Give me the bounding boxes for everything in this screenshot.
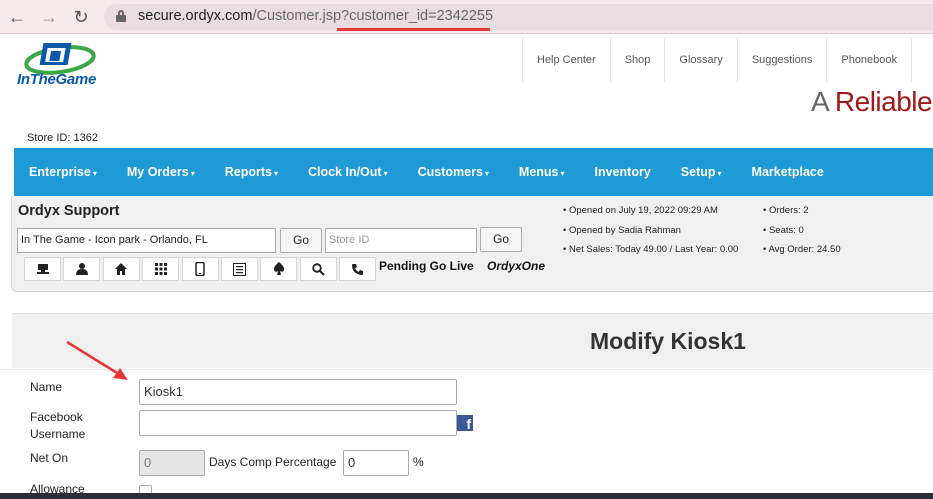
address-bar[interactable]: secure.ordyx.com/Customer.jsp?customer_i…	[104, 4, 933, 30]
go-button[interactable]: Go	[280, 228, 322, 253]
name-input[interactable]: Kiosk1	[139, 379, 457, 405]
nav-my-orders[interactable]: My Orders ▾	[127, 165, 195, 179]
tagline: A Reliable	[811, 86, 933, 117]
stats-right: • Orders: 2 • Seats: 0 • Avg Order: 24.5…	[763, 201, 841, 260]
support-title: Ordyx Support	[18, 203, 120, 219]
chevron-down-icon: ▾	[273, 169, 278, 178]
chevron-down-icon: ▾	[383, 169, 388, 178]
link-glossary[interactable]: Glossary	[664, 38, 736, 82]
chevron-down-icon: ▾	[484, 169, 489, 178]
comp-percentage-input[interactable]: 0	[343, 450, 409, 476]
link-suggestions[interactable]: Suggestions	[736, 38, 827, 82]
annotation-underline	[337, 28, 490, 31]
forward-icon[interactable]: →	[38, 6, 60, 28]
net-on-label: Net On	[30, 451, 69, 465]
stats-left: • Opened on July 19, 2022 09:29 AM • Ope…	[563, 201, 738, 260]
chevron-down-icon: ▾	[717, 169, 722, 178]
nav-menus[interactable]: Menus ▾	[519, 165, 565, 179]
net-on-input[interactable]: 0	[139, 450, 205, 476]
name-label: Name	[30, 380, 63, 394]
chevron-down-icon: ▾	[92, 169, 97, 178]
quick-icon-row	[24, 257, 379, 281]
facebook-username-input[interactable]	[139, 410, 457, 436]
list-icon[interactable]	[220, 257, 258, 281]
store-select[interactable]: In The Game - Icon park - Orlando, FL	[17, 228, 276, 253]
page-title: Modify Kiosk1	[590, 328, 746, 354]
stat-opened-by: • Opened by Sadia Rahman	[563, 224, 681, 236]
grid-icon[interactable]	[142, 257, 180, 281]
reload-icon[interactable]: ↻	[70, 6, 92, 28]
form-header: Modify Kiosk1	[12, 313, 933, 368]
taskbar	[0, 493, 933, 499]
nav-enterprise[interactable]: Enterprise ▾	[29, 165, 97, 179]
divider	[0, 369, 933, 370]
stat-seats: • Seats: 0	[763, 224, 804, 236]
stat-avg-order: • Avg Order: 24.50	[763, 244, 841, 255]
store-id-input[interactable]: Store ID	[325, 228, 477, 253]
back-icon[interactable]: ←	[6, 6, 28, 28]
pending-go-live-link[interactable]: Pending Go Live	[379, 259, 474, 273]
chevron-down-icon: ▾	[560, 169, 565, 178]
support-panel: Ordyx Support In The Game - Icon park - …	[11, 196, 933, 292]
lock-icon	[116, 10, 126, 22]
chevron-down-icon: ▾	[190, 169, 195, 178]
nav-customers[interactable]: Customers ▾	[418, 165, 489, 179]
nav-setup[interactable]: Setup ▾	[681, 165, 722, 179]
browser-toolbar: ← → ↻ secure.ordyx.com/Customer.jsp?cust…	[0, 0, 933, 34]
link-shop[interactable]: Shop	[609, 38, 665, 82]
home-icon[interactable]	[102, 257, 140, 281]
stat-net-sales: • Net Sales: Today 49.00 / Last Year: 0.…	[563, 244, 739, 255]
store-id-label: Store ID: 1362	[27, 132, 98, 144]
logo-text[interactable]: InTheGame	[17, 71, 96, 88]
nav-marketplace[interactable]: Marketplace	[752, 165, 824, 179]
register-icon[interactable]	[24, 257, 61, 281]
mobile-icon[interactable]	[181, 257, 219, 281]
annotation-arrow-icon	[66, 340, 128, 380]
nav-reports[interactable]: Reports ▾	[225, 165, 278, 179]
days-comp-label: Days Comp Percentage	[209, 455, 337, 469]
url-text: secure.ordyx.com/Customer.jsp?customer_i…	[138, 8, 494, 24]
person-icon[interactable]	[63, 257, 101, 281]
go-store-id-button[interactable]: Go	[480, 227, 522, 252]
search-icon[interactable]	[299, 257, 337, 281]
nav-inventory[interactable]: Inventory	[595, 165, 651, 179]
main-nav: Enterprise ▾ My Orders ▾ Reports ▾ Clock In…	[14, 148, 933, 196]
link-help-center[interactable]: Help Center	[522, 38, 610, 82]
stat-orders: • Orders: 2	[763, 205, 809, 216]
nav-clock-in-out[interactable]: Clock In/Out ▾	[308, 165, 388, 179]
facebook-label: Facebook Username	[30, 410, 86, 441]
percent-label: %	[413, 455, 424, 469]
ordyx-one-label: OrdyxOne	[487, 259, 546, 273]
top-links: Help Center Shop Glossary Suggestions Ph…	[522, 38, 913, 82]
spade-icon[interactable]	[260, 257, 298, 281]
link-phonebook[interactable]: Phonebook	[826, 38, 913, 82]
stat-opened-on: • Opened on July 19, 2022 09:29 AM	[563, 205, 718, 216]
phone-icon[interactable]	[339, 257, 377, 281]
facebook-icon: f	[457, 415, 473, 432]
